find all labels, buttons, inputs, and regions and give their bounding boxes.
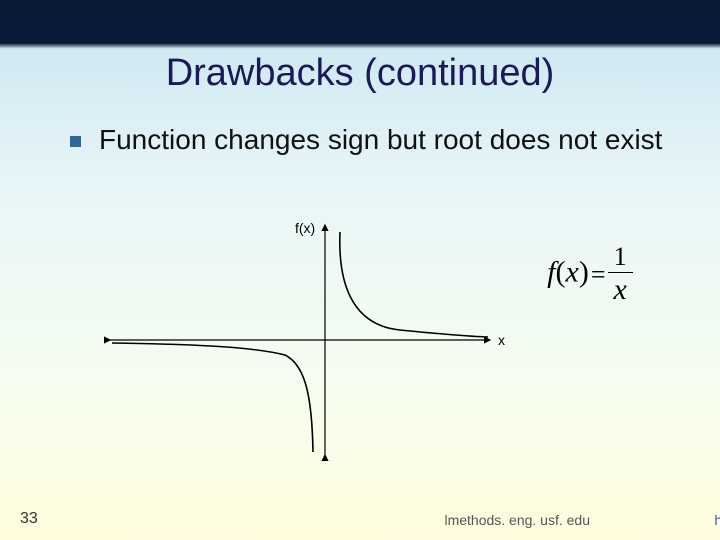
footer-text: lmethods. eng. usf. edu	[444, 512, 590, 528]
bullet-item: Function changes sign but root does not …	[70, 122, 680, 157]
cutoff-text: ht	[714, 512, 720, 528]
eq-var: x	[566, 255, 579, 288]
bullet-text: Function changes sign but root does not …	[99, 122, 662, 157]
y-axis-label: f(x)	[295, 220, 315, 236]
function-plot: f(x) x	[100, 220, 500, 470]
equation-overlay: f(x)= 1 x	[515, 244, 665, 305]
page-number: 33	[20, 510, 38, 528]
slide: Drawbacks (continued) Function changes s…	[0, 0, 720, 540]
bullet-square-icon	[70, 136, 81, 147]
eq-den: x	[608, 273, 633, 305]
slide-title: Drawbacks (continued)	[0, 52, 720, 95]
plot-svg	[100, 220, 500, 470]
eq-num: 1	[608, 244, 633, 273]
x-axis-label: x	[498, 332, 505, 348]
